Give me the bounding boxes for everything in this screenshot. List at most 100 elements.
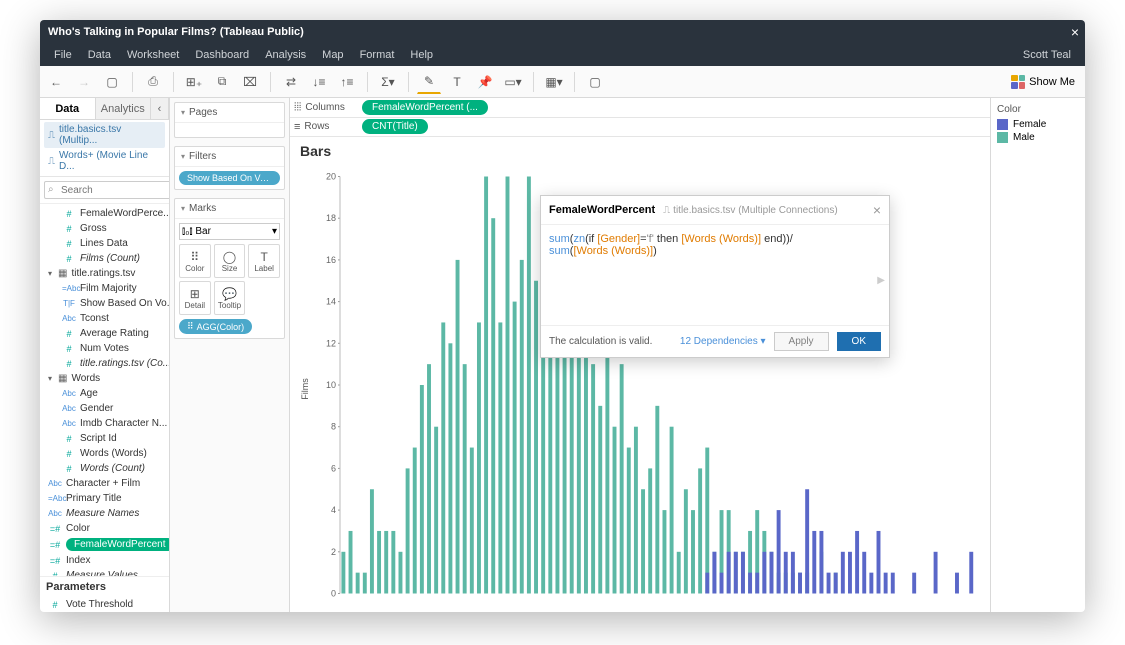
field-row[interactable]: #title.ratings.tsv (Co...: [40, 356, 169, 371]
calc-formula-editor[interactable]: sum(zn(if [Gender]='f' then [Words (Word…: [541, 225, 889, 325]
sort-asc-icon[interactable]: ↓≡: [307, 70, 331, 94]
field-row[interactable]: #Words (Words): [40, 446, 169, 461]
color-legend: Color Female Male: [990, 98, 1085, 612]
mark-label-button[interactable]: TLabel: [248, 244, 280, 278]
field-row[interactable]: =#FemaleWordPercent: [40, 536, 169, 553]
menu-analysis[interactable]: Analysis: [257, 49, 314, 61]
mark-color-button[interactable]: ⠿Color: [179, 244, 211, 278]
dependencies-link[interactable]: 12 Dependencies ▾: [680, 336, 766, 347]
filter-pill[interactable]: Show Based On Votes: Tr...: [179, 171, 280, 185]
agg-color-pill[interactable]: ⠿AGG(Color): [179, 319, 252, 334]
calculation-dialog[interactable]: FemaleWordPercent ⎍title.basics.tsv (Mul…: [540, 195, 890, 358]
labels-icon[interactable]: T: [445, 70, 469, 94]
menu-dashboard[interactable]: Dashboard: [187, 49, 257, 61]
tab-data[interactable]: Data: [40, 98, 96, 119]
calc-field-name[interactable]: FemaleWordPercent: [549, 204, 655, 216]
hash-icon: #: [62, 224, 76, 234]
svg-text:10: 10: [326, 380, 336, 390]
field-list[interactable]: #FemaleWordPerce...#Gross#Lines Data#Fil…: [40, 204, 169, 576]
legend-item[interactable]: Male: [997, 132, 1079, 143]
current-user[interactable]: Scott Teal: [1023, 49, 1079, 61]
menu-worksheet[interactable]: Worksheet: [119, 49, 187, 61]
filters-header[interactable]: Filters: [175, 147, 284, 167]
svg-text:2: 2: [331, 547, 336, 557]
presentation-icon[interactable]: ▢: [583, 70, 607, 94]
menu-data[interactable]: Data: [80, 49, 119, 61]
forward-icon: →: [72, 70, 96, 94]
field-row[interactable]: =#Index: [40, 553, 169, 568]
field-row[interactable]: =AbcPrimary Title: [40, 491, 169, 506]
rows-shelf[interactable]: ≡Rows CNT(Title): [290, 118, 990, 138]
search-input[interactable]: [44, 181, 170, 199]
sheet-title[interactable]: Bars: [290, 137, 990, 165]
marks-header[interactable]: Marks: [175, 199, 284, 219]
sort-desc-icon[interactable]: ↑≡: [335, 70, 359, 94]
field-row[interactable]: AbcImdb Character N...: [40, 416, 169, 431]
parameter-row[interactable]: #Vote Threshold: [40, 597, 169, 612]
menu-format[interactable]: Format: [352, 49, 403, 61]
totals-icon[interactable]: Σ▾: [376, 70, 400, 94]
field-row[interactable]: AbcTconst: [40, 311, 169, 326]
toolbar: ← → ▢ ⎙ ⊞₊ ⧉ ⌧ ⇄ ↓≡ ↑≡ Σ▾ ✎ T 📌 ▭▾ ▦▾ ▢ …: [40, 66, 1085, 98]
new-sheet-icon[interactable]: ⊞₊: [182, 70, 206, 94]
clear-icon[interactable]: ⌧: [238, 70, 262, 94]
mark-tooltip-button[interactable]: 💬Tooltip: [214, 281, 246, 315]
field-row[interactable]: AbcGender: [40, 401, 169, 416]
menu-map[interactable]: Map: [314, 49, 351, 61]
ok-button[interactable]: OK: [837, 332, 881, 351]
field-table[interactable]: ▦title.ratings.tsv: [40, 266, 169, 281]
size-icon: ◯: [223, 250, 236, 264]
expand-icon[interactable]: ▶: [877, 275, 885, 286]
pages-header[interactable]: Pages: [175, 103, 284, 123]
rows-pill[interactable]: CNT(Title): [362, 119, 428, 134]
abc-calc-icon: =Abc: [48, 494, 62, 503]
field-row[interactable]: #Num Votes: [40, 341, 169, 356]
save-icon[interactable]: ▢: [100, 70, 124, 94]
pin-icon[interactable]: 📌: [473, 70, 497, 94]
field-row[interactable]: #Script Id: [40, 431, 169, 446]
tab-analytics[interactable]: Analytics: [96, 98, 152, 119]
close-icon[interactable]: ×: [873, 202, 881, 218]
duplicate-icon[interactable]: ⧉: [210, 70, 234, 94]
mark-type-select[interactable]: ⫾₀⫾ Bar ▾: [179, 223, 280, 240]
columns-pill[interactable]: FemaleWordPercent (...: [362, 100, 488, 115]
hash-icon: #: [62, 344, 76, 354]
highlight-icon[interactable]: ✎: [417, 70, 441, 94]
field-row[interactable]: T|FShow Based On Vo...: [40, 296, 169, 311]
cards-pane: Pages Filters Show Based On Votes: Tr...…: [170, 98, 290, 612]
menu-help[interactable]: Help: [402, 49, 441, 61]
legend-item[interactable]: Female: [997, 119, 1079, 130]
field-row[interactable]: AbcAge: [40, 386, 169, 401]
field-row[interactable]: =AbcFilm Majority: [40, 281, 169, 296]
field-row[interactable]: AbcMeasure Names: [40, 506, 169, 521]
field-row[interactable]: #Lines Data: [40, 236, 169, 251]
field-table[interactable]: ▦Words: [40, 371, 169, 386]
swap-icon[interactable]: ⇄: [279, 70, 303, 94]
menu-file[interactable]: File: [46, 49, 80, 61]
close-icon[interactable]: ×: [1071, 24, 1079, 40]
new-datasource-icon[interactable]: ⎙: [141, 70, 165, 94]
datasource-row[interactable]: ⎍title.basics.tsv (Multip...: [44, 122, 165, 148]
field-row[interactable]: #Average Rating: [40, 326, 169, 341]
collapse-pane-icon[interactable]: ‹: [151, 98, 169, 119]
field-row[interactable]: =#Color: [40, 521, 169, 536]
data-sources: ⎍title.basics.tsv (Multip... ⎍Words+ (Mo…: [40, 120, 169, 177]
field-row[interactable]: #FemaleWordPerce...: [40, 206, 169, 221]
legend-header[interactable]: Color: [997, 104, 1079, 115]
columns-icon: ⦙⦙⦙: [294, 101, 301, 114]
field-row[interactable]: #Measure Values: [40, 568, 169, 576]
datasource-row[interactable]: ⎍Words+ (Movie Line D...: [44, 148, 165, 174]
view-cards-icon[interactable]: ▦▾: [542, 70, 566, 94]
table-icon: ▦: [58, 268, 67, 279]
columns-shelf[interactable]: ⦙⦙⦙Columns FemaleWordPercent (...: [290, 98, 990, 118]
back-icon[interactable]: ←: [44, 70, 68, 94]
mark-size-button[interactable]: ◯Size: [214, 244, 246, 278]
field-row[interactable]: AbcCharacter + Film: [40, 476, 169, 491]
apply-button[interactable]: Apply: [774, 332, 829, 351]
field-row[interactable]: #Gross: [40, 221, 169, 236]
mark-detail-button[interactable]: ⊞Detail: [179, 281, 211, 315]
field-row[interactable]: #Words (Count): [40, 461, 169, 476]
show-me-button[interactable]: Show Me: [1005, 75, 1081, 89]
field-row[interactable]: #Films (Count): [40, 251, 169, 266]
fit-icon[interactable]: ▭▾: [501, 70, 525, 94]
